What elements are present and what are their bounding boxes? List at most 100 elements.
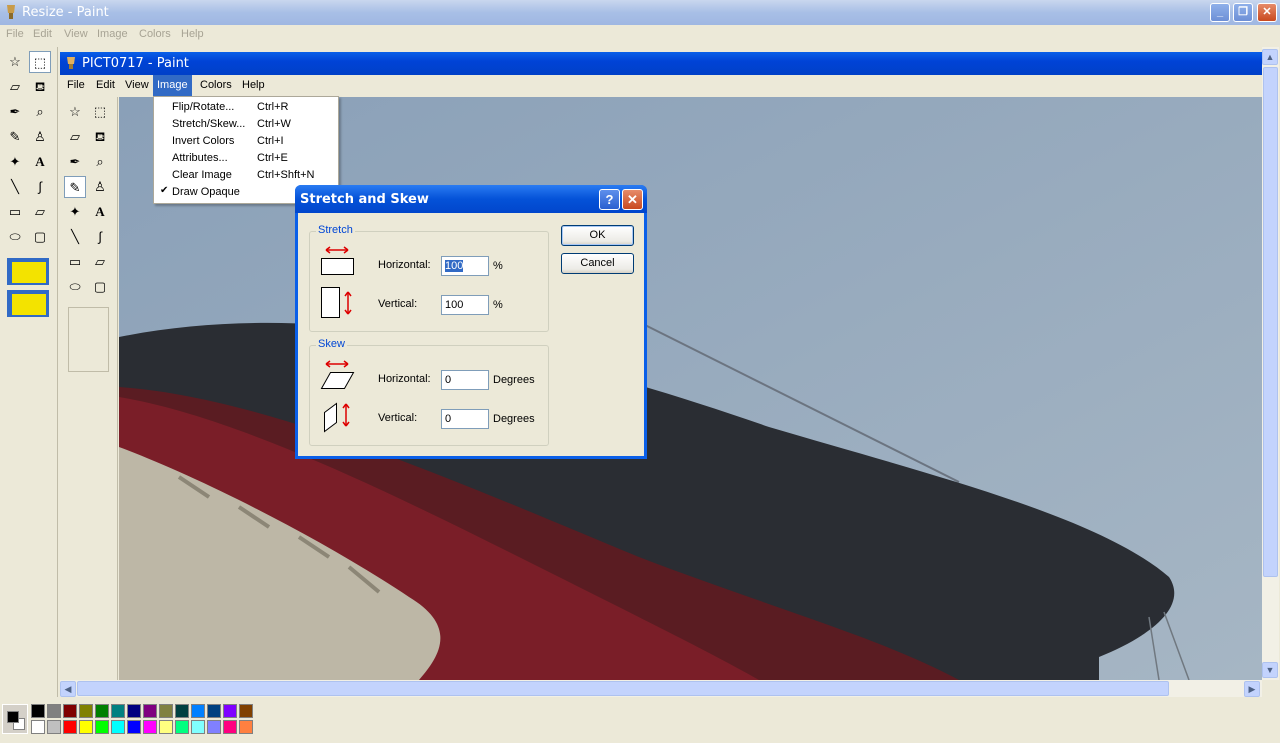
opaque-option[interactable] (7, 258, 49, 285)
palette-swatch[interactable] (191, 704, 205, 718)
airbrush-icon[interactable]: ✦ (4, 151, 26, 173)
eraser-icon[interactable]: ▱ (4, 76, 26, 98)
outer-menu-help[interactable]: Help (181, 28, 204, 40)
outer-title-bar[interactable]: Resize - Paint _ ❐ ✕ (0, 0, 1280, 25)
dialog-close-button[interactable]: ✕ (622, 189, 643, 210)
menu-view[interactable]: View (121, 75, 153, 96)
palette-swatch[interactable] (159, 720, 173, 734)
palette-swatch[interactable] (47, 704, 61, 718)
outer-menu-edit[interactable]: Edit (33, 28, 52, 40)
ellipse-icon[interactable]: ⬭ (4, 226, 26, 248)
skew-vertical-input[interactable]: 0 (441, 409, 489, 429)
help-button[interactable]: ? (599, 189, 620, 210)
transparent-option[interactable] (7, 290, 49, 317)
menu-item-stretch-skew[interactable]: Stretch/Skew... Ctrl+W (154, 116, 338, 133)
palette-swatch[interactable] (223, 720, 237, 734)
eyedropper-icon[interactable]: ✒ (4, 101, 26, 123)
palette-swatch[interactable] (127, 720, 141, 734)
palette-swatch[interactable] (239, 704, 253, 718)
palette-swatch[interactable] (79, 704, 93, 718)
palette-swatch[interactable] (31, 704, 45, 718)
line-icon[interactable]: ╲ (4, 176, 26, 198)
palette-swatch[interactable] (143, 704, 157, 718)
menu-edit[interactable]: Edit (92, 75, 119, 96)
palette-swatch[interactable] (127, 704, 141, 718)
minimize-button[interactable]: _ (1210, 3, 1230, 22)
rect-select-icon[interactable]: ⬚ (29, 51, 51, 73)
rounded-rect-icon[interactable]: ▢ (89, 276, 111, 298)
polygon-icon[interactable]: ▱ (29, 201, 51, 223)
scroll-left-icon[interactable]: ◀ (60, 681, 76, 697)
dialog-title-bar[interactable]: Stretch and Skew ? ✕ (295, 185, 647, 213)
palette-swatch[interactable] (63, 704, 77, 718)
inner-title-bar[interactable]: PICT0717 - Paint (60, 52, 1262, 75)
palette-swatch[interactable] (207, 720, 221, 734)
palette-swatch[interactable] (111, 720, 125, 734)
rect-select-icon[interactable]: ⬚ (89, 101, 111, 123)
text-icon[interactable]: A (29, 151, 51, 173)
scroll-up-icon[interactable]: ▲ (1262, 49, 1278, 65)
scroll-down-icon[interactable]: ▼ (1262, 662, 1278, 678)
outer-menu-image[interactable]: Image (97, 28, 128, 40)
airbrush-icon[interactable]: ✦ (64, 201, 86, 223)
vertical-scroll-thumb[interactable] (1263, 67, 1278, 577)
menu-colors[interactable]: Colors (196, 75, 236, 96)
palette-swatch[interactable] (159, 704, 173, 718)
ellipse-icon[interactable]: ⬭ (64, 276, 86, 298)
tool-options-box[interactable] (68, 307, 109, 372)
palette-swatch[interactable] (175, 720, 189, 734)
text-icon[interactable]: A (89, 201, 111, 223)
free-select-icon[interactable]: ☆ (64, 101, 86, 123)
menu-item-clear-image[interactable]: Clear Image Ctrl+Shft+N (154, 167, 338, 184)
cancel-button[interactable]: Cancel (561, 253, 634, 274)
palette-swatch[interactable] (95, 720, 109, 734)
brush-icon[interactable]: ♙ (89, 176, 111, 198)
fill-icon[interactable]: ⛾ (89, 126, 111, 148)
menu-item-attributes[interactable]: Attributes... Ctrl+E (154, 150, 338, 167)
rectangle-icon[interactable]: ▭ (64, 251, 86, 273)
outer-menu-colors[interactable]: Colors (139, 28, 171, 40)
menu-file[interactable]: File (63, 75, 89, 96)
palette-swatch[interactable] (175, 704, 189, 718)
palette-swatch[interactable] (111, 704, 125, 718)
palette-swatch[interactable] (143, 720, 157, 734)
eraser-icon[interactable]: ▱ (64, 126, 86, 148)
magnifier-icon[interactable]: ⌕ (89, 151, 111, 173)
palette-swatch[interactable] (223, 704, 237, 718)
free-select-icon[interactable]: ☆ (4, 51, 26, 73)
palette-swatch[interactable] (191, 720, 205, 734)
stretch-horizontal-input[interactable]: 100 (441, 256, 489, 276)
curve-icon[interactable]: ∫ (89, 226, 111, 248)
palette-swatch[interactable] (31, 720, 45, 734)
pencil-icon[interactable]: ✎ (64, 176, 86, 198)
rounded-rect-icon[interactable]: ▢ (29, 226, 51, 248)
curve-icon[interactable]: ∫ (29, 176, 51, 198)
menu-help[interactable]: Help (238, 75, 269, 96)
palette-swatch[interactable] (239, 720, 253, 734)
palette-swatch[interactable] (95, 704, 109, 718)
fill-icon[interactable]: ⛾ (29, 76, 51, 98)
palette-swatch[interactable] (47, 720, 61, 734)
outer-menu-file[interactable]: File (6, 28, 24, 40)
close-button[interactable]: ✕ (1257, 3, 1277, 22)
rectangle-icon[interactable]: ▭ (4, 201, 26, 223)
palette-swatch[interactable] (207, 704, 221, 718)
vertical-scrollbar[interactable]: ▲ ▼ (1262, 47, 1279, 680)
pencil-icon[interactable]: ✎ (4, 126, 26, 148)
menu-item-flip-rotate[interactable]: Flip/Rotate... Ctrl+R (154, 99, 338, 116)
polygon-icon[interactable]: ▱ (89, 251, 111, 273)
stretch-vertical-input[interactable]: 100 (441, 295, 489, 315)
scroll-right-icon[interactable]: ▶ (1244, 681, 1260, 697)
palette-swatch[interactable] (63, 720, 77, 734)
restore-button[interactable]: ❐ (1233, 3, 1253, 22)
eyedropper-icon[interactable]: ✒ (64, 151, 86, 173)
outer-menu-view[interactable]: View (64, 28, 88, 40)
horizontal-scroll-thumb[interactable] (77, 681, 1169, 696)
menu-image[interactable]: Image (153, 75, 192, 96)
menu-item-invert-colors[interactable]: Invert Colors Ctrl+I (154, 133, 338, 150)
magnifier-icon[interactable]: ⌕ (29, 101, 51, 123)
brush-icon[interactable]: ♙ (29, 126, 51, 148)
line-icon[interactable]: ╲ (64, 226, 86, 248)
ok-button[interactable]: OK (561, 225, 634, 246)
horizontal-scrollbar[interactable]: ◀ ▶ (60, 680, 1262, 697)
